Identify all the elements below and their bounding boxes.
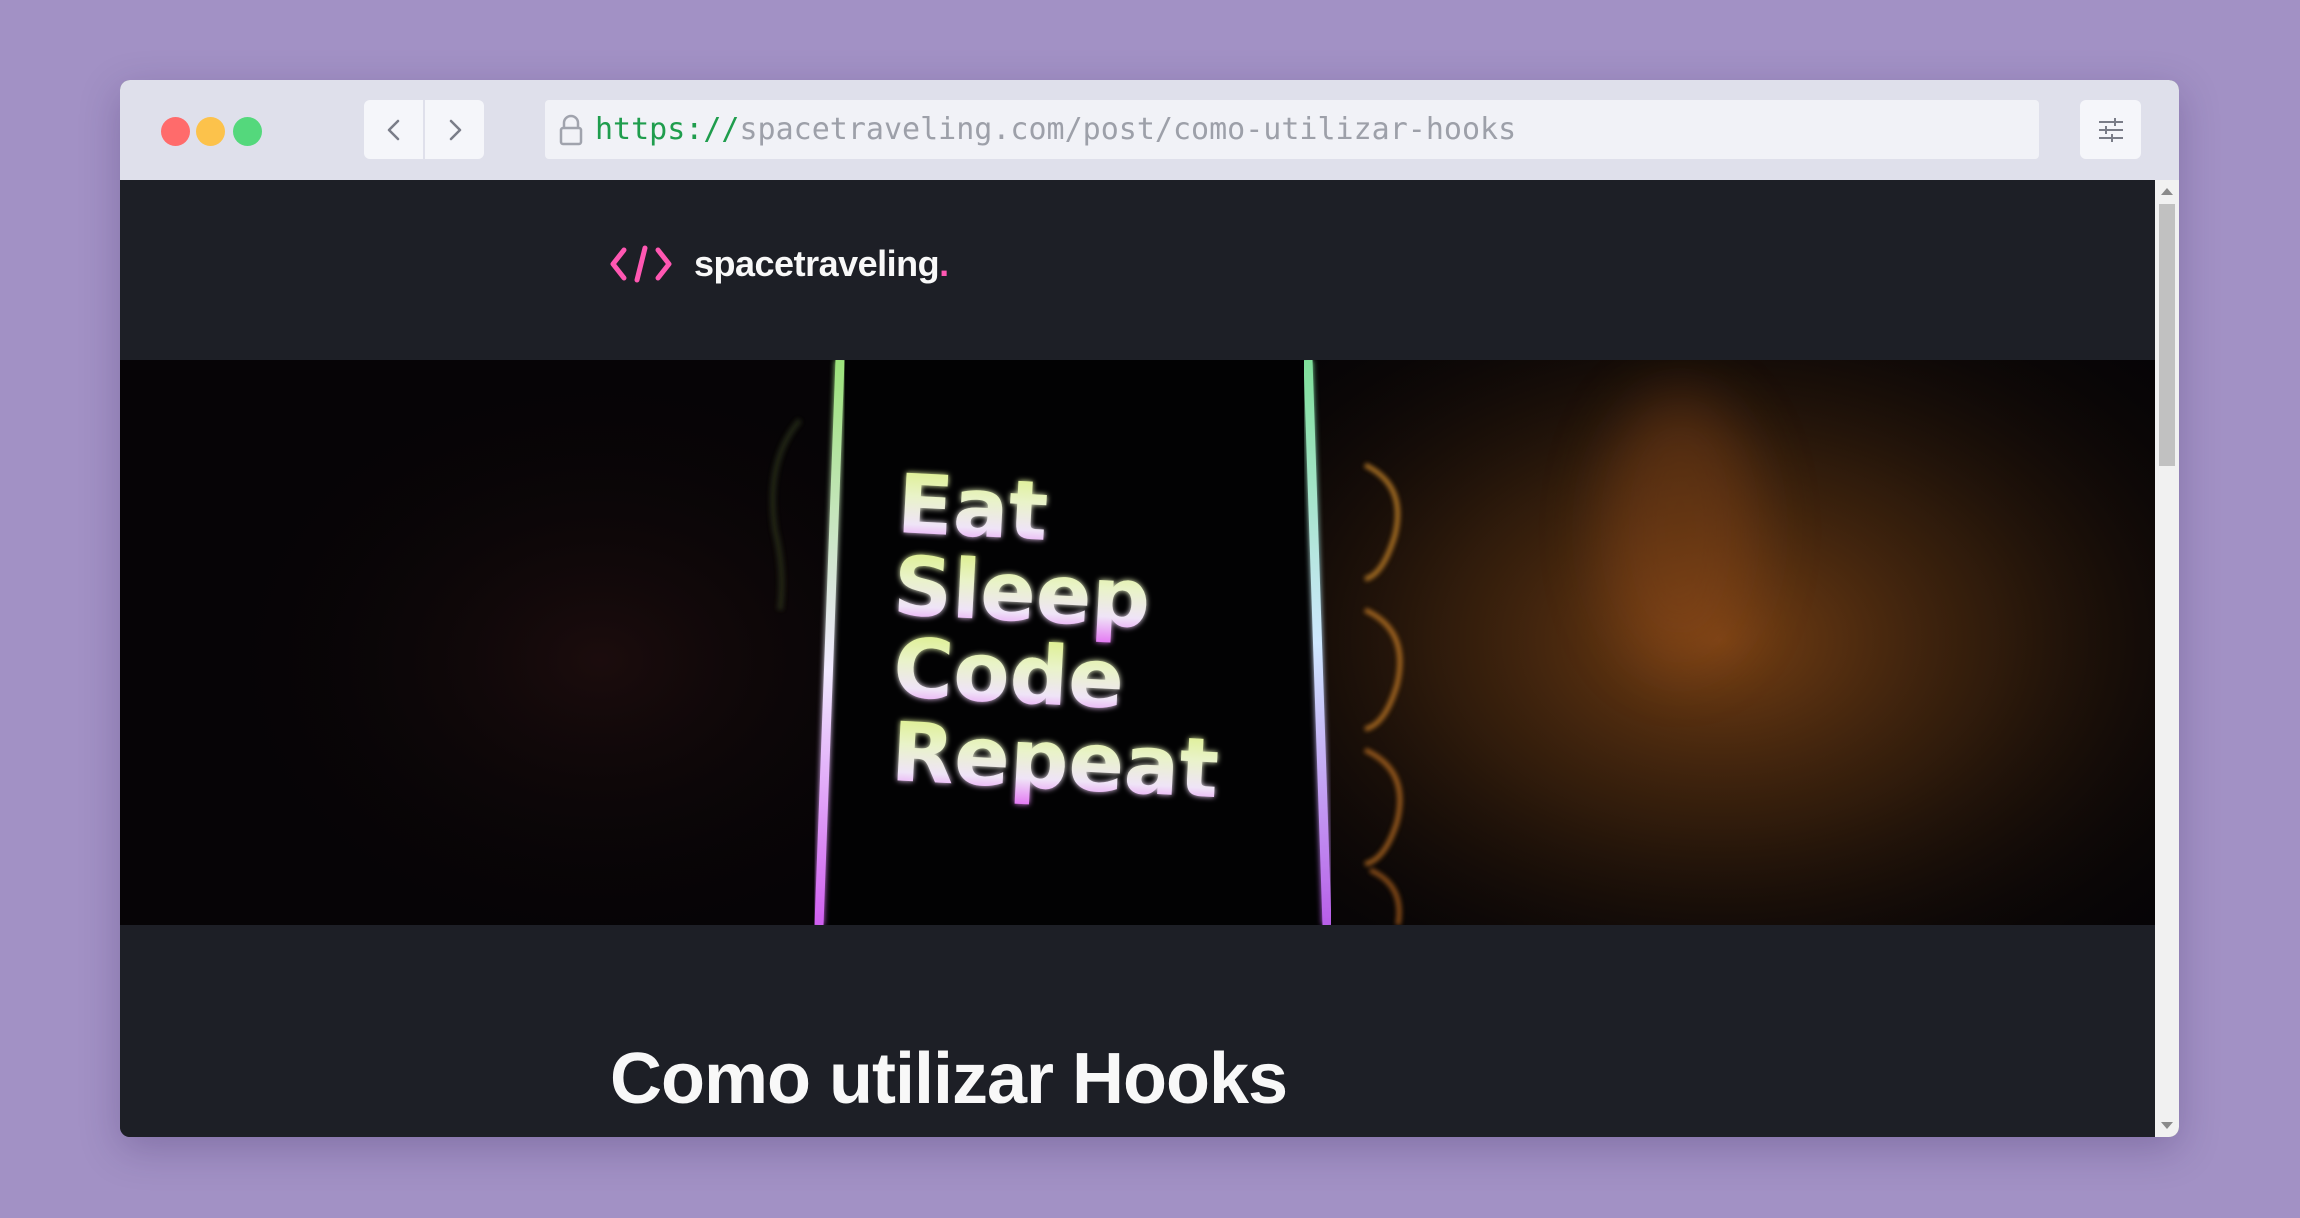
settings-button[interactable]	[2080, 100, 2141, 159]
forward-button[interactable]	[425, 100, 484, 159]
code-brackets-icon	[610, 245, 672, 283]
logo-dot: .	[939, 243, 950, 284]
browser-toolbar: https://spacetraveling.com/post/como-uti…	[120, 80, 2179, 180]
scroll-down-arrow-icon[interactable]	[2161, 1122, 2173, 1129]
maximize-window-button[interactable]	[233, 117, 262, 146]
scrollbar[interactable]	[2155, 180, 2179, 1137]
minimize-window-button[interactable]	[196, 117, 225, 146]
scrollbar-thumb[interactable]	[2159, 204, 2175, 466]
scroll-up-arrow-icon[interactable]	[2161, 188, 2173, 195]
url-path: spacetraveling.com/post/como-utilizar-ho…	[739, 112, 1517, 147]
site-logo-link[interactable]: spacetraveling.	[610, 243, 949, 285]
page-viewport: spacetraveling. Eat Sleep Code Repeat Co…	[120, 180, 2155, 1137]
post-banner-image: Eat Sleep Code Repeat	[120, 360, 2155, 925]
post-title: Como utilizar Hooks	[610, 1039, 1288, 1119]
site-header: spacetraveling.	[120, 180, 2155, 360]
sliders-icon	[2098, 117, 2123, 142]
url-protocol: https://	[595, 112, 740, 147]
chevron-right-icon	[449, 119, 461, 140]
close-window-button[interactable]	[161, 117, 190, 146]
chevron-left-icon	[387, 119, 399, 140]
address-bar[interactable]: https://spacetraveling.com/post/como-uti…	[545, 100, 2039, 159]
browser-window: https://spacetraveling.com/post/como-uti…	[120, 80, 2179, 1137]
banner-line-repeat: Repeat	[889, 705, 1221, 817]
lock-icon	[557, 113, 585, 147]
logo-text: spacetraveling	[694, 243, 940, 284]
back-button[interactable]	[364, 100, 423, 159]
